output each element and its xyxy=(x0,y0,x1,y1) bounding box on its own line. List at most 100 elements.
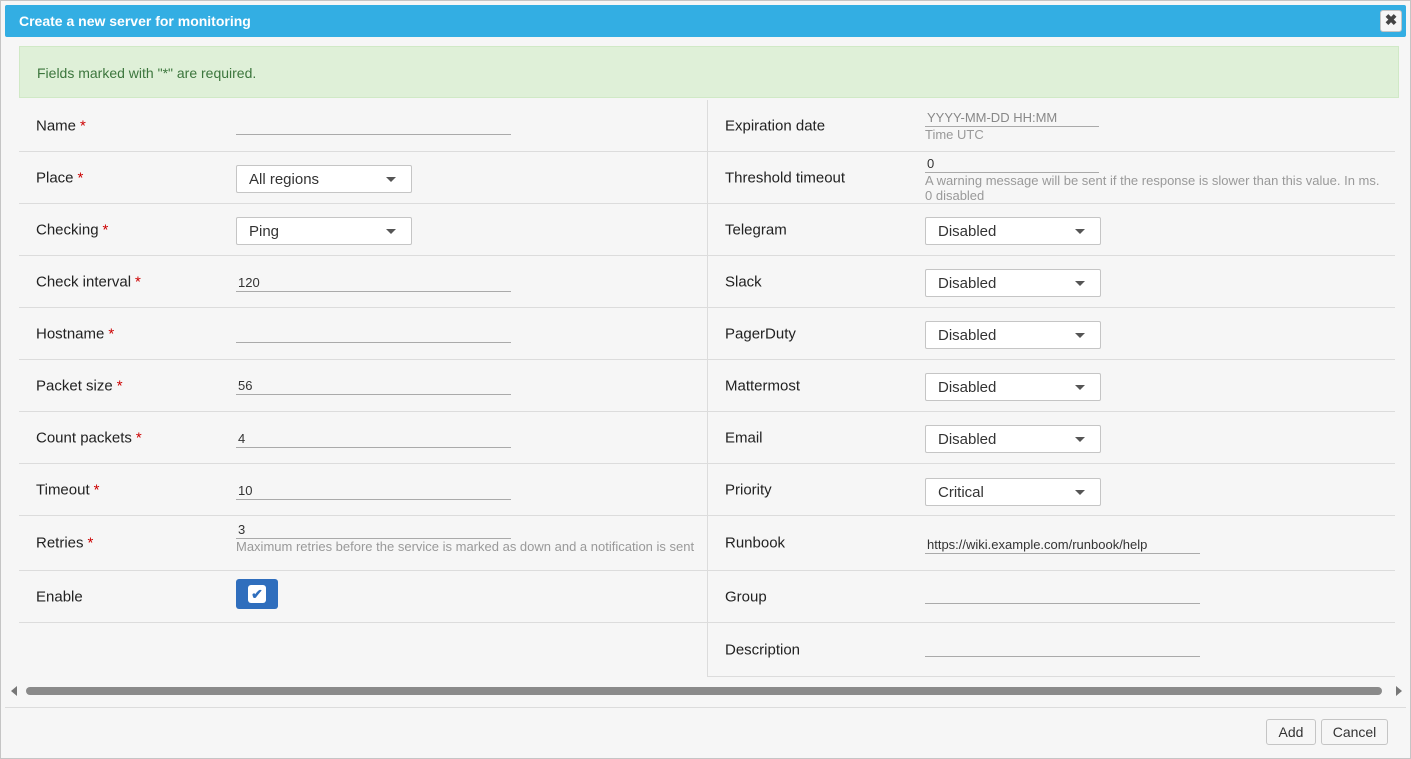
checking-label: Checking * xyxy=(36,221,109,238)
telegram-label: Telegram xyxy=(725,221,787,238)
group-input[interactable] xyxy=(925,586,1200,604)
row-group: Group xyxy=(708,571,1395,623)
chevron-down-icon xyxy=(1075,490,1085,495)
row-description: Description xyxy=(708,623,1395,677)
row-name: Name * xyxy=(19,100,707,152)
row-count-packets: Count packets * xyxy=(19,412,707,464)
pagerduty-value: Disabled xyxy=(938,327,997,344)
cancel-button[interactable]: Cancel xyxy=(1321,719,1388,745)
timeout-input[interactable] xyxy=(236,482,511,500)
pagerduty-select[interactable]: Disabled xyxy=(925,321,1101,349)
telegram-value: Disabled xyxy=(938,223,997,240)
required-fields-alert: Fields marked with "*" are required. xyxy=(19,46,1399,98)
mattermost-label: Mattermost xyxy=(725,377,801,394)
place-select[interactable]: All regions xyxy=(236,165,412,193)
name-input[interactable] xyxy=(236,117,511,135)
row-checking: Checking * Ping xyxy=(19,204,707,256)
row-hostname: Hostname * xyxy=(19,308,707,360)
expiration-date-hint: Time UTC xyxy=(925,127,984,142)
enable-label: Enable xyxy=(36,588,83,605)
scroll-right-icon[interactable] xyxy=(1396,686,1402,696)
mattermost-value: Disabled xyxy=(938,379,997,396)
email-value: Disabled xyxy=(938,431,997,448)
required-marker: * xyxy=(80,117,86,134)
group-label: Group xyxy=(725,588,767,605)
row-retries: Retries* Maximum retries before the serv… xyxy=(19,516,707,571)
threshold-timeout-hint: A warning message will be sent if the re… xyxy=(925,173,1380,203)
pagerduty-label: PagerDuty xyxy=(725,325,796,342)
dialog-title: Create a new server for monitoring xyxy=(19,13,251,29)
email-label: Email xyxy=(725,429,763,446)
expiration-date-label: Expiration date xyxy=(725,117,826,134)
description-input[interactable] xyxy=(925,639,1200,657)
email-select[interactable]: Disabled xyxy=(925,425,1101,453)
chevron-down-icon xyxy=(1075,281,1085,286)
check-interval-input[interactable] xyxy=(236,274,511,292)
slack-select[interactable]: Disabled xyxy=(925,269,1101,297)
row-threshold-timeout: Threshold timeout A warning message will… xyxy=(708,152,1395,204)
scroll-left-icon[interactable] xyxy=(11,686,17,696)
row-priority: Priority Critical xyxy=(708,464,1395,516)
enable-checkbox[interactable]: ✔ xyxy=(236,579,278,609)
runbook-input[interactable] xyxy=(925,536,1200,554)
required-marker: * xyxy=(135,429,142,446)
chevron-down-icon xyxy=(386,177,396,182)
row-telegram: Telegram Disabled xyxy=(708,204,1395,256)
chevron-down-icon xyxy=(386,229,396,234)
threshold-timeout-field: A warning message will be sent if the re… xyxy=(925,155,1387,203)
required-marker: * xyxy=(135,273,141,290)
retries-input[interactable] xyxy=(236,521,511,539)
retries-label: Retries * xyxy=(36,534,94,552)
priority-value: Critical xyxy=(938,484,984,501)
alert-text: Fields marked with "*" are required. xyxy=(37,65,257,81)
row-check-interval: Check interval * xyxy=(19,256,707,308)
row-runbook: Runbook xyxy=(708,516,1395,571)
add-button[interactable]: Add xyxy=(1266,719,1316,745)
row-mattermost: Mattermost Disabled xyxy=(708,360,1395,412)
count-packets-input[interactable] xyxy=(236,430,511,448)
slack-label: Slack xyxy=(725,273,762,290)
row-enable: Enable ✔ xyxy=(19,571,707,623)
retries-hint: Maximum retries before the service is ma… xyxy=(236,539,695,554)
row-expiration-date: Expiration date Time UTC xyxy=(708,100,1395,152)
scrollbar-thumb[interactable] xyxy=(26,687,1382,695)
packet-size-label: Packet size * xyxy=(36,377,123,394)
checking-select[interactable]: Ping xyxy=(236,217,412,245)
name-label: Name * xyxy=(36,117,86,134)
slack-value: Disabled xyxy=(938,275,997,292)
footer-divider xyxy=(5,707,1406,708)
required-marker: * xyxy=(108,325,115,342)
required-marker: * xyxy=(77,169,84,186)
row-packet-size: Packet size * xyxy=(19,360,707,412)
required-marker: * xyxy=(93,481,100,498)
telegram-select[interactable]: Disabled xyxy=(925,217,1101,245)
place-value: All regions xyxy=(249,171,320,188)
dialog-titlebar[interactable]: Create a new server for monitoring ✖ xyxy=(5,5,1406,37)
runbook-label: Runbook xyxy=(725,534,786,552)
chevron-down-icon xyxy=(1075,229,1085,234)
priority-select[interactable]: Critical xyxy=(925,478,1101,506)
checkmark-icon: ✔ xyxy=(248,585,266,603)
threshold-timeout-input[interactable] xyxy=(925,155,1099,173)
priority-label: Priority xyxy=(725,481,772,498)
packet-size-input[interactable] xyxy=(236,377,511,395)
description-label: Description xyxy=(725,641,801,658)
close-icon[interactable]: ✖ xyxy=(1380,10,1402,32)
threshold-timeout-label: Threshold timeout xyxy=(725,169,846,186)
place-label: Place * xyxy=(36,169,84,186)
row-pagerduty: PagerDuty Disabled xyxy=(708,308,1395,360)
expiration-date-input[interactable] xyxy=(925,109,1099,127)
mattermost-select[interactable]: Disabled xyxy=(925,373,1101,401)
create-server-dialog: Create a new server for monitoring ✖ Fie… xyxy=(0,0,1411,759)
row-email: Email Disabled xyxy=(708,412,1395,464)
required-marker: * xyxy=(87,534,94,552)
row-place: Place * All regions xyxy=(19,152,707,204)
timeout-label: Timeout * xyxy=(36,481,100,498)
row-timeout: Timeout * xyxy=(19,464,707,516)
hostname-input[interactable] xyxy=(236,325,511,343)
expiration-date-field: Time UTC xyxy=(925,109,1099,142)
horizontal-scrollbar[interactable] xyxy=(5,683,1406,699)
chevron-down-icon xyxy=(1075,437,1085,442)
chevron-down-icon xyxy=(1075,333,1085,338)
count-packets-label: Count packets * xyxy=(36,429,142,446)
